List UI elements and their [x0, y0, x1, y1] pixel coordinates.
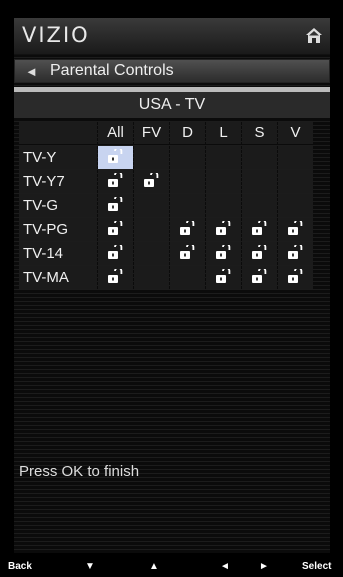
unlock-icon [179, 242, 195, 261]
unlock-icon [107, 194, 123, 213]
lock-cell-v[interactable] [278, 194, 313, 217]
lock-cell-v[interactable] [278, 266, 313, 289]
unlock-icon [251, 242, 267, 261]
lock-cell-fv[interactable] [134, 218, 169, 241]
lock-cell-fv[interactable] [134, 146, 169, 169]
lock-cell-l[interactable] [206, 242, 241, 265]
lock-cell-d[interactable] [170, 194, 205, 217]
lock-cell-s[interactable] [242, 266, 277, 289]
lock-cell-fv[interactable] [134, 242, 169, 265]
lock-cell-fv[interactable] [134, 170, 169, 193]
unlock-icon [215, 242, 231, 261]
footer-bar: Back ▼ ▲ ◄ ► Select [0, 553, 343, 577]
back-button[interactable]: Back [8, 561, 32, 572]
lock-cell-s[interactable] [242, 170, 277, 193]
header-bar: VIZIO [14, 18, 330, 55]
rating-row-tv-g: TV-G [19, 194, 314, 217]
unlock-icon [251, 218, 267, 237]
column-header-v: V [278, 122, 313, 144]
unlock-icon [107, 266, 123, 285]
rating-row-tv-y: TV-Y [19, 146, 314, 169]
unlock-icon [287, 266, 303, 285]
lock-cell-d[interactable] [170, 170, 205, 193]
menu-title-bar[interactable]: ◄ Parental Controls [14, 59, 330, 83]
lock-cell-l[interactable] [206, 146, 241, 169]
unlock-icon [143, 170, 159, 189]
unlock-icon [215, 218, 231, 237]
lock-cell-d[interactable] [170, 266, 205, 289]
column-header-fv: FV [134, 122, 169, 144]
home-icon[interactable] [304, 26, 324, 46]
rating-row-tv-y7: TV-Y7 [19, 170, 314, 193]
lock-cell-all[interactable] [98, 170, 133, 193]
region-label: USA - TV [14, 92, 330, 118]
lock-cell-all[interactable] [98, 218, 133, 241]
lock-cell-all[interactable] [98, 146, 133, 169]
down-button[interactable]: ▼ [85, 561, 95, 572]
rating-label: TV-14 [19, 242, 97, 265]
vizio-logo: VIZIO [22, 23, 90, 47]
rating-label: TV-MA [19, 266, 97, 289]
ratings-grid: All FV D L S V TV-Y TV-Y7 TV-G TV-PG TV-14 TV-MA [19, 122, 314, 290]
lock-cell-all[interactable] [98, 242, 133, 265]
rating-row-tv-ma: TV-MA [19, 266, 314, 289]
column-header-l: L [206, 122, 241, 144]
lock-cell-fv[interactable] [134, 266, 169, 289]
lock-cell-s[interactable] [242, 146, 277, 169]
lock-cell-d[interactable] [170, 146, 205, 169]
lock-cell-s[interactable] [242, 242, 277, 265]
rating-label: TV-PG [19, 218, 97, 241]
column-header-d: D [170, 122, 205, 144]
rating-label: TV-G [19, 194, 97, 217]
up-button[interactable]: ▲ [149, 561, 159, 572]
lock-cell-all[interactable] [98, 194, 133, 217]
unlock-icon [107, 242, 123, 261]
lock-cell-v[interactable] [278, 218, 313, 241]
screen: VIZIO ◄ Parental Controls USA - TV All FV… [0, 0, 343, 577]
lock-cell-s[interactable] [242, 218, 277, 241]
right-button[interactable]: ► [259, 561, 269, 572]
rating-label: TV-Y7 [19, 170, 97, 193]
lock-cell-l[interactable] [206, 266, 241, 289]
back-arrow-icon[interactable]: ◄ [25, 64, 38, 79]
unlock-icon [215, 266, 231, 285]
lock-cell-l[interactable] [206, 170, 241, 193]
lock-cell-v[interactable] [278, 146, 313, 169]
column-header-all: All [98, 122, 133, 144]
unlock-icon [251, 266, 267, 285]
lock-cell-fv[interactable] [134, 194, 169, 217]
lock-cell-s[interactable] [242, 194, 277, 217]
lock-cell-d[interactable] [170, 242, 205, 265]
grid-header-corner [19, 122, 97, 144]
unlock-icon [179, 218, 195, 237]
lock-cell-l[interactable] [206, 218, 241, 241]
lock-cell-v[interactable] [278, 170, 313, 193]
rating-row-tv-pg: TV-PG [19, 218, 314, 241]
rating-row-tv-14: TV-14 [19, 242, 314, 265]
menu-title: Parental Controls [50, 62, 174, 79]
lock-cell-all[interactable] [98, 266, 133, 289]
unlock-icon [287, 242, 303, 261]
column-header-s: S [242, 122, 277, 144]
lock-cell-l[interactable] [206, 194, 241, 217]
grid-header-row: All FV D L S V [19, 122, 314, 144]
lock-cell-v[interactable] [278, 242, 313, 265]
unlock-icon [107, 146, 123, 165]
select-button[interactable]: Select [302, 561, 331, 572]
unlock-icon [107, 170, 123, 189]
left-button[interactable]: ◄ [220, 561, 230, 572]
status-message: Press OK to finish [19, 463, 140, 480]
lock-cell-d[interactable] [170, 218, 205, 241]
unlock-icon [107, 218, 123, 237]
rating-label: TV-Y [19, 146, 97, 169]
unlock-icon [287, 218, 303, 237]
